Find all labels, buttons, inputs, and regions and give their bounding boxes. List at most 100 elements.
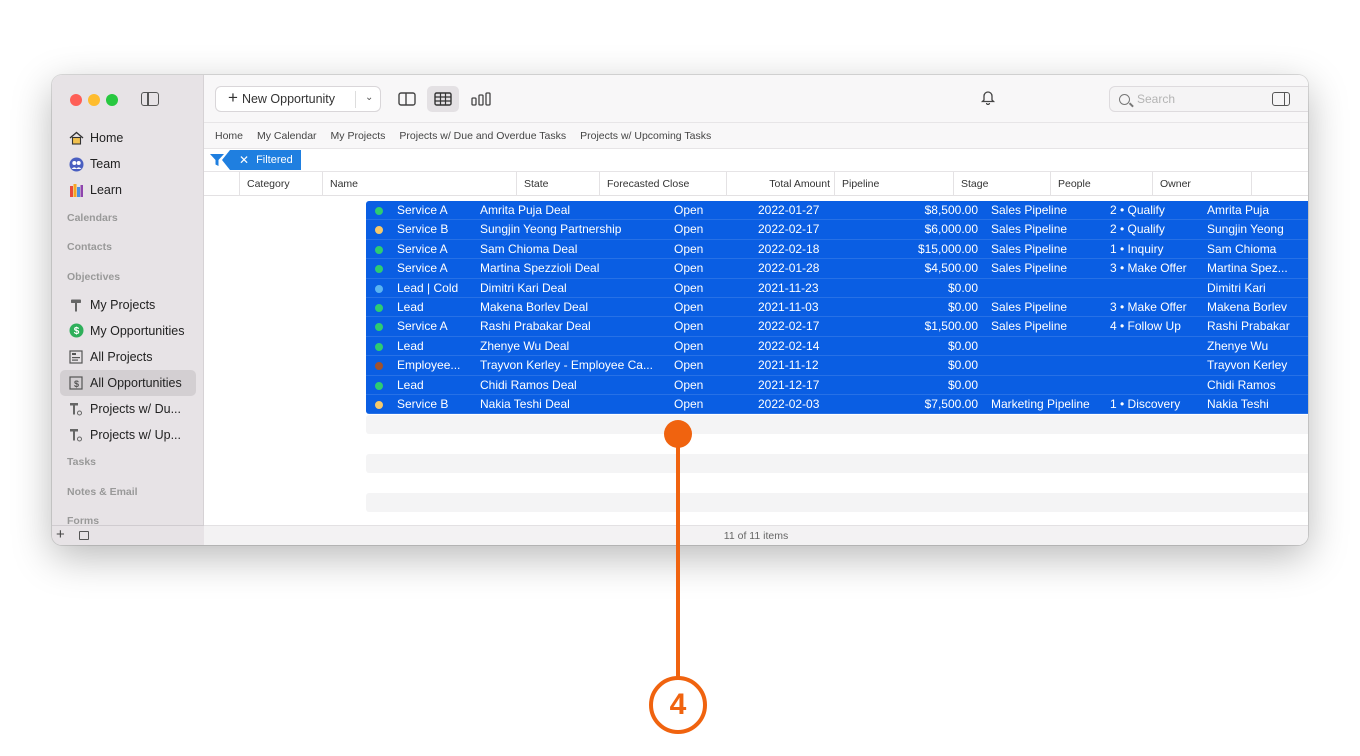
cell-people: Makena Borlev: [1207, 300, 1288, 314]
table-row[interactable]: Service B Nakia Teshi Deal Open 2022-02-03 $…: [366, 395, 1308, 415]
section-tasks[interactable]: Tasks: [60, 448, 196, 478]
minimize-window-button[interactable]: [88, 94, 100, 106]
split-view-button[interactable]: [391, 86, 423, 112]
learn-icon: [68, 182, 84, 198]
view-link-projects-due[interactable]: Projects w/ Due and Overdue Tasks: [399, 130, 566, 142]
cell-name: Sam Chioma Deal: [480, 241, 578, 256]
sidebar-item-projects-upcoming[interactable]: Projects w/ Up...: [60, 422, 196, 448]
cell-amount: $0.00: [947, 377, 978, 392]
sidebar-list: Home Team Learn Calendars Contacts Objec…: [60, 125, 196, 536]
column-header-category[interactable]: Category: [239, 172, 322, 196]
table-row[interactable]: Lead Chidi Ramos Deal Open 2021-12-17 $0.00 C…: [366, 376, 1308, 395]
cell-pipeline: [991, 337, 1103, 356]
view-link-my-calendar[interactable]: My Calendar: [257, 130, 317, 142]
table-row[interactable]: Service B Sungjin Yeong Partnership Open 20…: [366, 220, 1308, 240]
section-notes-email[interactable]: Notes & Email: [60, 477, 196, 507]
new-opportunity-button[interactable]: + New Opportunity ⌄: [215, 86, 381, 112]
view-link-projects-upcoming[interactable]: Projects w/ Upcoming Tasks: [580, 130, 711, 142]
cell-category: Service A: [397, 261, 448, 276]
cell-people: Amrita Puja: [1207, 203, 1270, 217]
home-icon: [68, 130, 84, 146]
table-row[interactable]: Service A Rashi Prabakar Deal Open 2022-02-…: [366, 317, 1308, 337]
cell-category: Service A: [397, 203, 448, 217]
cell-state: Open: [674, 377, 704, 392]
team-icon: [68, 156, 84, 172]
dollar-icon: $: [68, 323, 84, 339]
sidebar-item-my-opportunities[interactable]: $ My Opportunities: [60, 318, 196, 344]
empty-row: [366, 415, 1308, 434]
column-header-stage[interactable]: Stage: [953, 172, 1050, 196]
table-row[interactable]: Employee... Trayvon Kerley - Employee Ca.…: [366, 356, 1308, 376]
cell-stage: 1 • Inquiry: [1110, 241, 1164, 256]
cell-stage: [1110, 337, 1205, 356]
sidebar-item-label: All Opportunities: [90, 375, 182, 390]
inspector-toggle-icon[interactable]: [1272, 92, 1290, 106]
close-window-button[interactable]: [70, 94, 82, 106]
view-link-home[interactable]: Home: [215, 130, 243, 142]
table-row[interactable]: Service A Sam Chioma Deal Open 2022-02-18 $1…: [366, 240, 1308, 260]
cell-state: Open: [674, 397, 704, 411]
cell-name: Rashi Prabakar Deal: [480, 319, 591, 334]
cell-stage: 2 • Qualify: [1110, 203, 1165, 217]
window-controls: [70, 94, 118, 106]
sidebar-item-home[interactable]: Home: [60, 125, 196, 151]
cell-category: Employee...: [397, 358, 461, 373]
cell-close: 2021-11-23: [758, 280, 819, 295]
section-contacts[interactable]: Contacts: [60, 233, 196, 263]
sidebar-item-projects-due[interactable]: Projects w/ Du...: [60, 396, 196, 422]
cell-pipeline: [991, 279, 1103, 298]
table-view-button[interactable]: [427, 86, 459, 112]
status-bar: 11 of 11 items: [204, 525, 1308, 545]
section-calendars[interactable]: Calendars: [60, 203, 196, 233]
chevron-down-icon[interactable]: ⌄: [365, 92, 373, 103]
column-header-people[interactable]: People: [1050, 172, 1152, 196]
cell-people: Trayvon Kerley: [1207, 358, 1288, 373]
column-header-state[interactable]: State: [516, 172, 599, 196]
cell-people: Nakia Teshi: [1207, 397, 1269, 411]
table-row[interactable]: Service A Martina Spezzioli Deal Open 2022-…: [366, 259, 1308, 279]
filtered-projects-icon: [68, 401, 84, 417]
sidebar-toggle-icon[interactable]: [141, 92, 159, 106]
table-header: Category Name State Forecasted Close Tot…: [204, 172, 1308, 196]
sidebar-item-all-projects[interactable]: All Projects: [60, 344, 196, 370]
clear-filter-icon[interactable]: ✕: [239, 153, 249, 167]
category-color-dot: [375, 323, 383, 332]
cell-name: Dimitri Kari Deal: [480, 280, 567, 295]
callout-number-badge: 4: [649, 676, 707, 734]
notifications-bell-icon[interactable]: [980, 89, 996, 108]
cell-stage: 3 • Make Offer: [1110, 300, 1187, 314]
cell-pipeline: [991, 376, 1103, 395]
sidebar-item-team[interactable]: Team: [60, 151, 196, 177]
callout-line: [676, 445, 680, 679]
sidebar-item-label: All Projects: [90, 349, 153, 364]
cell-name: Nakia Teshi Deal: [480, 397, 570, 411]
view-link-my-projects[interactable]: My Projects: [331, 130, 386, 142]
column-header-total-amount[interactable]: Total Amount: [726, 172, 834, 196]
sidebar-item-all-opportunities[interactable]: $ All Opportunities: [60, 369, 196, 396]
filtered-projects-icon: [68, 427, 84, 443]
table-row[interactable]: Lead Zhenye Wu Deal Open 2022-02-14 $0.00 Zhe…: [366, 337, 1308, 357]
table-row[interactable]: Lead Makena Borlev Deal Open 2021-11-03 $0.0…: [366, 298, 1308, 318]
main-content: + New Opportunity ⌄ Search Home My Calen…: [204, 75, 1308, 545]
section-objectives[interactable]: Objectives: [60, 262, 196, 292]
column-header-pipeline[interactable]: Pipeline: [834, 172, 953, 196]
svg-text:$: $: [74, 379, 79, 389]
table-body: Service A Amrita Puja Deal Open 2022-01-27 $…: [366, 201, 1308, 415]
cell-people: Rashi Prabakar: [1207, 319, 1290, 334]
cell-stage: 2 • Qualify: [1110, 222, 1165, 237]
split-view-icon: [398, 92, 416, 106]
calendar-icon[interactable]: [79, 531, 89, 540]
empty-row: [366, 454, 1308, 473]
board-view-button[interactable]: [465, 86, 497, 112]
sidebar-item-my-projects[interactable]: My Projects: [60, 292, 196, 318]
add-icon[interactable]: +: [56, 526, 65, 543]
category-color-dot: [375, 207, 383, 215]
table-row[interactable]: Service A Amrita Puja Deal Open 2022-01-27 $…: [366, 201, 1308, 221]
zoom-window-button[interactable]: [106, 94, 118, 106]
table-row[interactable]: Lead | Cold Dimitri Kari Deal Open 2021-11-…: [366, 279, 1308, 298]
column-header-owner[interactable]: Owner: [1152, 172, 1251, 196]
filtered-chip[interactable]: ✕ Filtered: [222, 150, 301, 170]
column-header-forecasted-close[interactable]: Forecasted Close: [599, 172, 726, 196]
column-header-name[interactable]: Name: [322, 172, 516, 196]
sidebar-item-learn[interactable]: Learn: [60, 177, 196, 203]
